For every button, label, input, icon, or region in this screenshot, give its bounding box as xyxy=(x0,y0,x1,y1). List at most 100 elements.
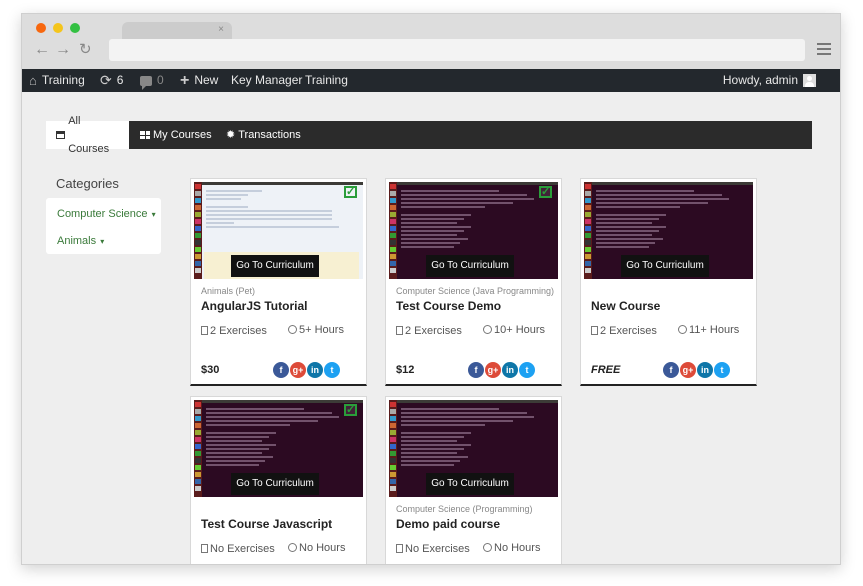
linkedin-icon[interactable]: in xyxy=(697,362,713,378)
admin-bar-training[interactable]: Training xyxy=(305,69,348,92)
course-category: Computer Science (Java Programming) xyxy=(396,286,555,296)
course-hours: 5+ Hours xyxy=(288,324,344,336)
key-manager-label: Key Manager xyxy=(231,73,303,87)
enrolled-check-icon: ✓ xyxy=(539,186,552,198)
document-icon xyxy=(201,326,208,335)
comments-count: 0 xyxy=(157,73,164,87)
document-icon xyxy=(396,544,403,553)
facebook-icon[interactable]: f xyxy=(468,362,484,378)
howdy-label: Howdy, admin xyxy=(722,73,798,87)
tab-transactions[interactable]: ✹ Transactions xyxy=(216,121,311,149)
home-icon: ⌂ xyxy=(29,73,37,88)
gear-icon: ✹ xyxy=(226,129,236,141)
course-title[interactable]: Test Course Javascript xyxy=(201,517,332,531)
clock-icon xyxy=(288,543,297,552)
calendar-icon xyxy=(56,131,66,139)
close-window-button[interactable] xyxy=(36,23,46,33)
tab-label: All Courses xyxy=(68,115,110,155)
category-animals[interactable]: Animals ▾ xyxy=(57,235,104,247)
categories-list: Computer Science ▾ Animals ▾ xyxy=(46,198,161,254)
go-to-curriculum-button[interactable]: Go To Curriculum xyxy=(231,255,319,277)
linkedin-icon[interactable]: in xyxy=(307,362,323,378)
course-card: ✓ Go To Curriculum Computer Science (Jav… xyxy=(385,178,562,386)
hours-text: No Hours xyxy=(299,542,346,554)
course-thumbnail[interactable]: ✓ Go To Curriculum xyxy=(194,400,363,497)
course-thumbnail[interactable]: ✓ Go To Curriculum xyxy=(194,182,363,279)
go-to-curriculum-button[interactable]: Go To Curriculum xyxy=(621,255,709,277)
course-title[interactable]: New Course xyxy=(591,299,660,313)
course-price: FREE xyxy=(591,364,621,376)
avatar xyxy=(803,74,816,87)
go-to-curriculum-button[interactable]: Go To Curriculum xyxy=(426,473,514,495)
admin-bar: ⌂ Training ⟳ 6 0 + New Key Manager Train… xyxy=(22,69,840,92)
google-plus-icon[interactable]: g+ xyxy=(680,362,696,378)
grid-icon xyxy=(140,131,150,139)
facebook-icon[interactable]: f xyxy=(663,362,679,378)
tab-close-icon[interactable]: × xyxy=(218,24,224,35)
admin-bar-updates[interactable]: ⟳ 6 xyxy=(100,69,123,92)
course-hours: 10+ Hours xyxy=(483,324,545,336)
twitter-icon[interactable]: t xyxy=(519,362,535,378)
course-thumbnail[interactable]: Go To Curriculum xyxy=(389,400,558,497)
category-computer-science[interactable]: Computer Science ▾ xyxy=(57,208,156,220)
facebook-icon[interactable]: f xyxy=(273,362,289,378)
course-exercises: 2 Exercises xyxy=(591,324,671,338)
maximize-window-button[interactable] xyxy=(70,23,80,33)
course-exercises: No Exercises xyxy=(396,542,476,556)
document-icon xyxy=(201,544,208,553)
course-card: Go To Curriculum New Course 2 Exercises … xyxy=(580,178,757,386)
address-bar[interactable] xyxy=(109,39,805,61)
tab-all-courses[interactable]: All Courses xyxy=(46,115,129,155)
hours-text: No Hours xyxy=(494,542,541,554)
admin-bar-account[interactable]: Howdy, admin xyxy=(723,69,816,92)
course-exercises: 2 Exercises xyxy=(396,324,476,338)
enrolled-check-icon: ✓ xyxy=(344,186,357,198)
twitter-icon[interactable]: t xyxy=(324,362,340,378)
category-label: Computer Science xyxy=(57,208,148,220)
enrolled-check-icon: ✓ xyxy=(344,404,357,416)
exercises-text: 2 Exercises xyxy=(210,325,267,337)
updates-icon: ⟳ xyxy=(100,72,112,88)
browser-chrome: × ← → ↻ xyxy=(22,14,840,69)
course-hours: 11+ Hours xyxy=(678,324,739,336)
course-price: $30 xyxy=(201,364,220,376)
course-thumbnail[interactable]: Go To Curriculum xyxy=(584,182,753,279)
minimize-window-button[interactable] xyxy=(53,23,63,33)
browser-window: × ← → ↻ ⌂ Training ⟳ 6 0 + New Key Manag… xyxy=(21,13,841,565)
share-buttons: f g+ in t xyxy=(468,362,535,378)
hamburger-menu-icon[interactable] xyxy=(817,43,831,55)
clock-icon xyxy=(678,325,687,334)
course-thumbnail[interactable]: ✓ Go To Curriculum xyxy=(389,182,558,279)
admin-bar-new[interactable]: + New xyxy=(180,69,218,92)
course-card: ✓ Go To Curriculum Animals (Pet) Angular… xyxy=(190,178,367,386)
forward-arrow-icon[interactable]: → xyxy=(55,41,71,59)
go-to-curriculum-button[interactable]: Go To Curriculum xyxy=(231,473,319,495)
new-label: New xyxy=(194,73,219,87)
tab-label: My Courses xyxy=(153,129,212,141)
training-label: Training xyxy=(305,73,348,87)
google-plus-icon[interactable]: g+ xyxy=(485,362,501,378)
course-tabs: All Courses My Courses ✹ Transactions xyxy=(46,115,812,155)
course-title[interactable]: AngularJS Tutorial xyxy=(201,299,307,313)
go-to-curriculum-button[interactable]: Go To Curriculum xyxy=(426,255,514,277)
back-arrow-icon[interactable]: ← xyxy=(34,41,50,59)
admin-bar-key-manager[interactable]: Key Manager xyxy=(231,69,302,92)
hours-text: 5+ Hours xyxy=(299,324,344,336)
tab-label: Transactions xyxy=(238,129,301,141)
course-title[interactable]: Demo paid course xyxy=(396,517,500,531)
admin-bar-site-link[interactable]: ⌂ Training xyxy=(29,69,85,92)
exercises-text: No Exercises xyxy=(405,543,470,555)
clock-icon xyxy=(483,543,492,552)
browser-tab[interactable]: × xyxy=(122,22,232,40)
updates-count: 6 xyxy=(116,73,124,87)
comment-icon xyxy=(140,75,152,90)
admin-bar-comments[interactable]: 0 xyxy=(140,69,164,92)
tab-my-courses[interactable]: My Courses xyxy=(130,121,222,149)
linkedin-icon[interactable]: in xyxy=(502,362,518,378)
google-plus-icon[interactable]: g+ xyxy=(290,362,306,378)
twitter-icon[interactable]: t xyxy=(714,362,730,378)
course-title[interactable]: Test Course Demo xyxy=(396,299,501,313)
caret-down-icon: ▾ xyxy=(151,210,156,219)
course-exercises: 2 Exercises xyxy=(201,324,281,338)
reload-icon[interactable]: ↻ xyxy=(79,41,92,59)
